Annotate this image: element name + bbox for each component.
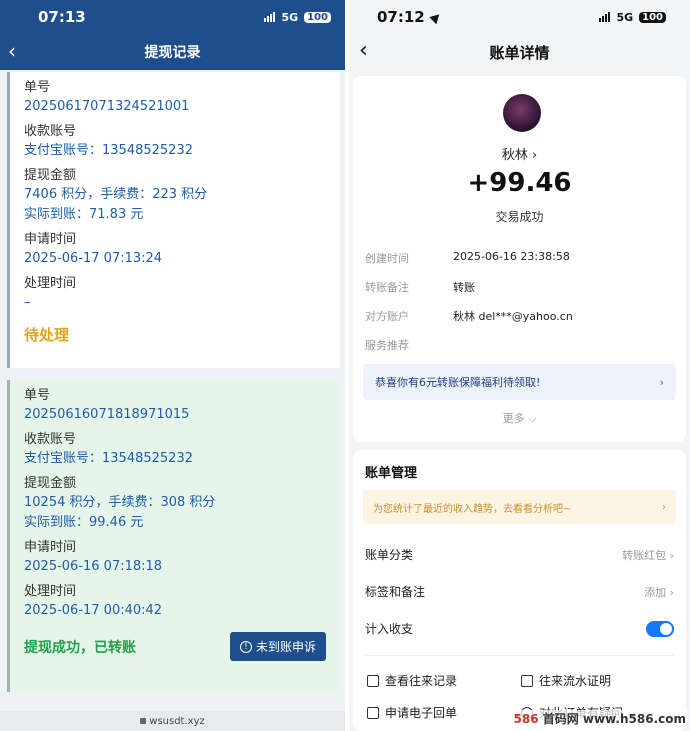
process-time: –: [24, 295, 31, 310]
bill-category-label: 账单分类: [365, 548, 414, 562]
order-label: 单号: [24, 388, 51, 403]
alert-icon: !: [239, 640, 252, 653]
process-time-label: 处理时间: [24, 276, 77, 291]
back-chevron-icon[interactable]: ‹: [8, 39, 16, 63]
flow-proof-action[interactable]: 往来流水证明: [521, 672, 611, 689]
promo-text: 恭喜你有6元转账保障福利待领取!: [375, 376, 541, 389]
status-time: 07:12: [377, 8, 425, 26]
account-value: 支付宝账号：13548525232: [24, 143, 193, 158]
tag-note-label: 标签和备注: [365, 585, 426, 599]
page-title: 提现记录: [144, 45, 201, 61]
watermark: 586 首码网 www.h586.com: [511, 710, 688, 727]
withdraw-record-card: 单号 20250617071324521001 收款账号 支付宝账号：13548…: [7, 72, 340, 368]
status-time: 07:13: [38, 8, 86, 26]
process-time-label: 处理时间: [24, 584, 77, 599]
action-label: 申请电子回单: [385, 706, 458, 720]
certificate-icon: [521, 674, 533, 687]
transaction-status: 交易成功: [495, 210, 544, 224]
divider: [365, 655, 674, 656]
signal-icon: [264, 12, 276, 22]
watermark-text: 首码网 www.h586.com: [542, 712, 686, 726]
count-in-balance-label: 计入收支: [365, 622, 414, 636]
trend-tip-banner[interactable]: 为您统计了最近的收入趋势，去看看分析吧~ ›: [363, 490, 676, 524]
location-arrow-icon: [429, 10, 443, 24]
apply-time-label: 申请时间: [24, 232, 77, 247]
document-icon: [367, 674, 379, 687]
account-label: 收款账号: [24, 432, 77, 447]
order-number: 20250616071818971015: [24, 407, 190, 422]
screenshot-root: 07:13 5G 100 ‹ 提现记录 单号 20250617071324521…: [0, 0, 690, 731]
apply-time: 2025-06-17 07:13:24: [24, 251, 163, 266]
payer-name[interactable]: 秋林 ›: [353, 144, 686, 163]
bill-detail-screen: 07:12 5G 100 ‹ 账单详情 秋林 › +99.46 交易成功 创建时…: [349, 0, 690, 731]
section-title: 账单管理: [365, 466, 418, 481]
back-chevron-icon[interactable]: ‹: [359, 38, 368, 63]
action-label: 往来流水证明: [539, 674, 612, 688]
watermark-brand: 586: [513, 712, 539, 726]
order-label: 单号: [24, 80, 51, 95]
chevron-right-icon: ›: [662, 501, 666, 513]
tag-add-value: 添加 ›: [644, 585, 674, 599]
trend-tip-text: 为您统计了最近的收入趋势，去看看分析吧~: [373, 503, 572, 515]
network-type: 5G: [616, 10, 634, 24]
status-badge-success: 提现成功，已转账: [24, 639, 136, 656]
page-title: 账单详情: [489, 43, 550, 62]
transaction-amount: +99.46: [467, 168, 572, 198]
network-type: 5G: [281, 10, 299, 24]
detail-key: 创建时间: [365, 252, 409, 265]
amount-line: 10254 积分，手续费：308 积分: [24, 495, 216, 510]
actual-amount: 实际到账：99.46 元: [24, 515, 144, 530]
apply-time-label: 申请时间: [24, 540, 77, 555]
detail-row: 转账备注 转账: [365, 279, 475, 295]
battery-icon: 100: [304, 11, 331, 23]
status-bar: 07:13 5G 100: [0, 0, 345, 34]
count-in-balance-toggle[interactable]: [646, 620, 674, 637]
appeal-button[interactable]: ! 未到账申诉: [229, 632, 326, 661]
withdraw-records-screen: 07:13 5G 100 ‹ 提现记录 单号 20250617071324521…: [0, 0, 345, 731]
status-badge-pending: 待处理: [24, 326, 70, 344]
transaction-panel: 秋林 › +99.46 交易成功 创建时间 2025-06-16 23:38:5…: [353, 76, 686, 442]
tag-note-row[interactable]: 标签和备注 添加 ›: [365, 583, 674, 600]
account-label: 收款账号: [24, 124, 77, 139]
process-time: 2025-06-17 00:40:42: [24, 603, 163, 618]
status-bar: 07:12 5G 100: [349, 0, 690, 34]
avatar[interactable]: [503, 94, 541, 132]
detail-row: 对方账户 秋林 del***@yahoo.cn: [365, 308, 573, 324]
signal-icon: [599, 12, 611, 22]
detail-value: 2025-06-16 23:38:58: [453, 250, 570, 263]
battery-icon: 100: [639, 11, 666, 23]
bill-category-value: 转账红包 ›: [622, 548, 674, 562]
detail-value: 转账: [453, 281, 475, 294]
order-number: 20250617071324521001: [24, 99, 190, 114]
bill-category-row[interactable]: 账单分类 转账红包 ›: [365, 546, 674, 563]
detail-key: 转账备注: [365, 281, 409, 294]
actual-amount: 实际到账：71.83 元: [24, 207, 144, 222]
detail-key: 对方账户: [365, 310, 409, 323]
detail-key: 服务推荐: [365, 339, 409, 352]
amount-line: 7406 积分，手续费：223 积分: [24, 187, 208, 202]
bill-management-panel: 账单管理 为您统计了最近的收入趋势，去看看分析吧~ › 账单分类 转账红包 › …: [353, 450, 686, 731]
detail-value: 秋林 del***@yahoo.cn: [453, 310, 573, 323]
mail-icon: [367, 706, 379, 719]
more-toggle[interactable]: 更多 ⌵: [353, 410, 686, 426]
amount-label: 提现金额: [24, 168, 77, 183]
nav-bar: ‹ 提现记录: [0, 34, 345, 70]
url-bar[interactable]: wsusdt.xyz: [0, 711, 345, 731]
apply-time: 2025-06-16 07:18:18: [24, 559, 163, 574]
view-history-action[interactable]: 查看往来记录: [367, 672, 457, 689]
nav-bar: ‹ 账单详情: [349, 34, 690, 70]
action-label: 查看往来记录: [385, 674, 458, 688]
appeal-button-label: 未到账申诉: [255, 640, 316, 654]
amount-label: 提现金额: [24, 476, 77, 491]
lock-icon: [140, 718, 147, 724]
url-text: wsusdt.xyz: [149, 715, 205, 727]
count-in-balance-row: 计入收支: [365, 620, 674, 637]
account-value: 支付宝账号：13548525232: [24, 451, 193, 466]
withdraw-record-card: 单号 20250616071818971015 收款账号 支付宝账号：13548…: [7, 380, 340, 692]
promo-banner[interactable]: 恭喜你有6元转账保障福利待领取! ›: [363, 364, 676, 400]
detail-row: 服务推荐: [365, 337, 453, 353]
chevron-right-icon: ›: [659, 375, 664, 389]
e-receipt-action[interactable]: 申请电子回单: [367, 704, 457, 721]
detail-row: 创建时间 2025-06-16 23:38:58: [365, 250, 570, 266]
